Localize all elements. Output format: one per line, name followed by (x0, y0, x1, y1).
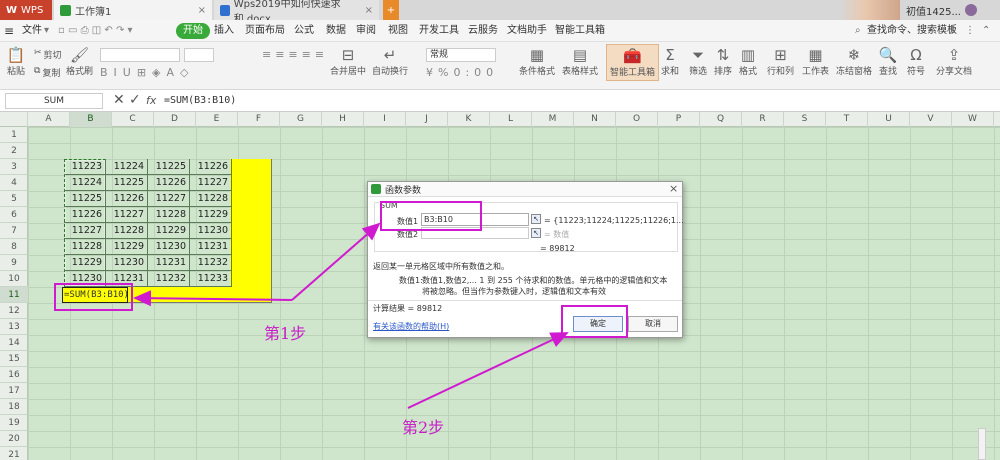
arrow-to-argument (291, 222, 381, 301)
step2-label: 第2步 (402, 418, 445, 437)
vertical-scrollbar[interactable] (978, 428, 986, 460)
arrow-to-ok (407, 332, 569, 409)
annotation-arrows (133, 222, 569, 409)
arrow-to-cell (133, 290, 293, 307)
step1-label: 第1步 (264, 324, 307, 343)
